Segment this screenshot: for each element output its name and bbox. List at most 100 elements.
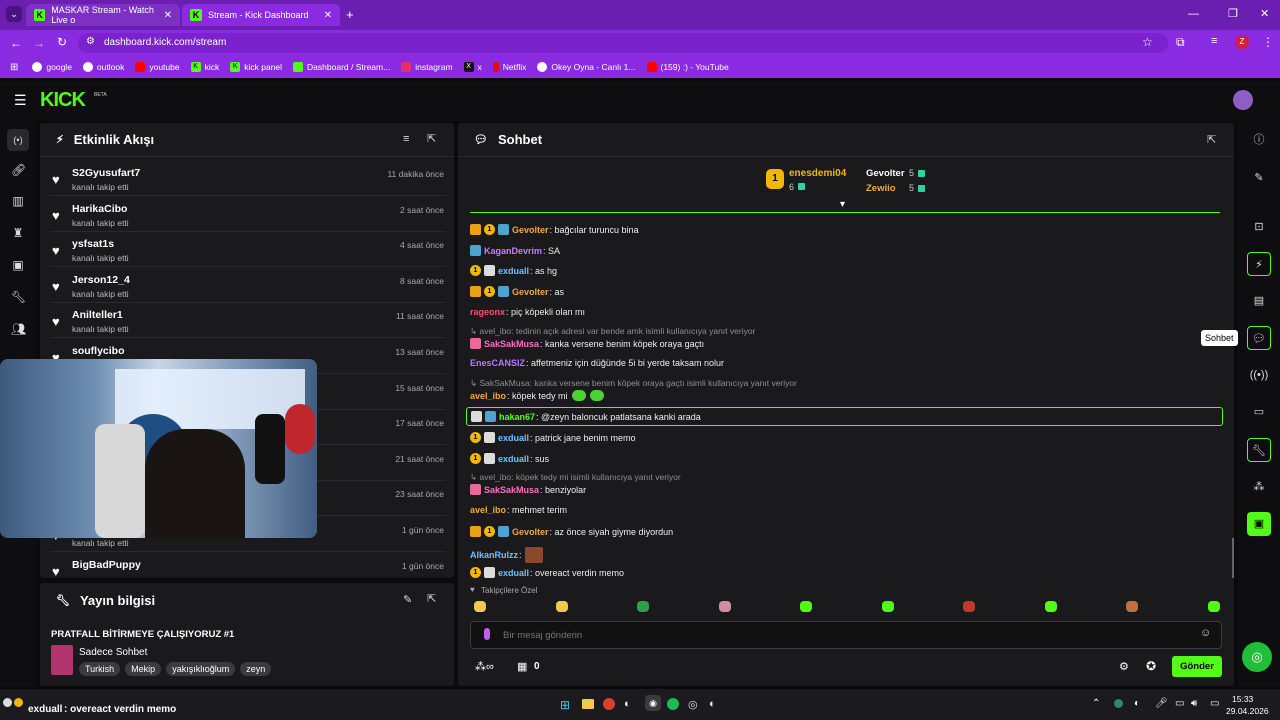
- chat-message[interactable]: 1 Gevolter: az önce siyah giyme diyordun: [470, 526, 673, 537]
- points-infinity-icon[interactable]: ⁂∞: [475, 660, 494, 673]
- volume-icon[interactable]: 🔊︎: [1191, 698, 1197, 709]
- video-icon[interactable]: ▣: [11, 258, 25, 272]
- shop-icon[interactable]: ▦: [517, 660, 527, 673]
- second-gifter-name[interactable]: Gevolter: [866, 168, 905, 179]
- follower-name[interactable]: Anilteller1: [72, 309, 123, 321]
- bookmark-dashboard[interactable]: Dashboard / Stream...: [293, 62, 390, 72]
- emote-icon[interactable]: [1044, 601, 1057, 612]
- menu-dots-icon[interactable]: ⋮: [1262, 35, 1274, 49]
- top-gifter-name[interactable]: enesdemi04: [789, 168, 846, 179]
- apps-icon[interactable]: ⊞: [10, 62, 18, 73]
- bookmark-youtube-159[interactable]: (159) :) - YouTube: [646, 62, 729, 72]
- back-icon[interactable]: ←: [10, 36, 22, 50]
- chat-username[interactable]: Gevolter: [512, 225, 549, 235]
- chat-message[interactable]: 1 Gevolter: bağcılar turuncu bina: [470, 224, 639, 235]
- chat-message[interactable]: rageonx: piç köpekli olan mı: [470, 307, 585, 317]
- kick-logo[interactable]: KICK: [40, 89, 86, 112]
- chat-username[interactable]: SakSakMusa: [484, 339, 539, 349]
- bookmark-outlook[interactable]: outlook: [82, 62, 124, 72]
- mod-tools-icon[interactable]: ✪: [1146, 659, 1156, 673]
- link-icon[interactable]: 🔗︎: [11, 163, 26, 177]
- edit-icon[interactable]: ✎: [403, 593, 412, 606]
- bookmark-youtube[interactable]: youtube: [135, 62, 180, 72]
- clock-date[interactable]: 29.04.2026: [1226, 706, 1269, 716]
- follower-name[interactable]: ysfsat1s: [72, 238, 114, 250]
- profile-avatar[interactable]: Z: [1235, 35, 1249, 49]
- bookmark-netflix[interactable]: Netflix: [492, 62, 526, 72]
- expand-leaderboard-icon[interactable]: ▾: [840, 199, 845, 210]
- chat-username[interactable]: exduall: [498, 266, 529, 276]
- chat-username[interactable]: AlkanRulzz: [470, 550, 518, 560]
- follower-name[interactable]: Jerson12_4: [72, 274, 130, 286]
- chat-message[interactable]: 1 exduall: sus: [470, 453, 549, 464]
- spotify-icon[interactable]: [667, 698, 679, 710]
- chat-input[interactable]: [503, 627, 1183, 643]
- emote-icon[interactable]: [963, 601, 975, 612]
- address-bar[interactable]: ⚙ dashboard.kick.com/stream ☆: [78, 33, 1168, 53]
- emote-icon[interactable]: [474, 601, 486, 612]
- bookmark-google[interactable]: google: [32, 62, 72, 72]
- tag[interactable]: Mekip: [125, 662, 162, 676]
- analytics-icon[interactable]: ▥: [11, 194, 25, 208]
- tray-steam-icon[interactable]: ◐: [1134, 698, 1140, 709]
- tray-app-icon[interactable]: [1114, 699, 1123, 708]
- chat-message[interactable]: avel_ibo: mehmet terim: [470, 505, 567, 515]
- follower-name[interactable]: souflycibo: [72, 345, 125, 357]
- tray-chevron-icon[interactable]: ⌃: [1092, 698, 1100, 709]
- screenshot-icon[interactable]: ⊡: [1247, 215, 1271, 239]
- bookmark-x[interactable]: Xx: [463, 62, 482, 72]
- category-name[interactable]: Sadece Sohbet: [79, 647, 147, 658]
- emote-icon[interactable]: [800, 601, 812, 612]
- emote-icon[interactable]: [881, 601, 894, 612]
- minimize-icon[interactable]: —: [1188, 8, 1199, 20]
- emoji-picker-icon[interactable]: ☺: [1200, 627, 1211, 639]
- chat-message[interactable]: SakSakMusa: benziyolar: [470, 484, 586, 495]
- chat-username[interactable]: exduall: [498, 433, 529, 443]
- chat-message[interactable]: avel_ibo: köpek tedy mi: [470, 390, 604, 401]
- info-icon[interactable]: ⓘ: [1247, 128, 1271, 152]
- emote-icon[interactable]: [718, 601, 731, 612]
- close-window-icon[interactable]: ✕: [1260, 7, 1269, 20]
- discord-icon[interactable]: ◉: [645, 695, 661, 711]
- follower-name[interactable]: BigBadPuppy: [72, 559, 141, 571]
- document-icon[interactable]: ▤: [1247, 289, 1271, 313]
- chat-message[interactable]: 1 Gevolter: as: [470, 286, 564, 297]
- popout-icon[interactable]: ⇱: [1207, 133, 1216, 146]
- chat-username[interactable]: avel_ibo: [470, 391, 506, 401]
- chrome-icon[interactable]: [603, 698, 615, 710]
- plugin-icon[interactable]: ▣: [1247, 512, 1271, 536]
- emote-icon[interactable]: [555, 601, 568, 612]
- users-icon[interactable]: ⁂: [1247, 475, 1271, 499]
- steam-icon[interactable]: ◐: [709, 698, 716, 710]
- chat-username[interactable]: avel_ibo: [470, 505, 506, 515]
- steam-icon[interactable]: ◐: [624, 698, 631, 710]
- chat-username[interactable]: rageonx: [470, 307, 505, 317]
- activity-item[interactable]: ♥ S2Gyusufart7 kanalı takip etti 11 dakika …: [50, 161, 446, 196]
- send-button[interactable]: Gönder: [1172, 656, 1222, 677]
- emote-icon[interactable]: [1126, 601, 1138, 612]
- chat-settings-icon[interactable]: ⚙: [1119, 660, 1129, 673]
- pencil-icon[interactable]: ✎: [1247, 166, 1271, 190]
- network-icon[interactable]: ▭: [1175, 698, 1184, 709]
- popout-icon[interactable]: ⇱: [427, 592, 436, 605]
- tab-search-button[interactable]: ⌄: [6, 6, 22, 22]
- emote-icon[interactable]: [1207, 601, 1220, 612]
- activity-item[interactable]: ♥ Anilteller1 kanalı takip etti 11 saat önc…: [50, 303, 446, 339]
- chat-message[interactable]: hakan67: @zeyn baloncuk patlatsana kanki…: [466, 407, 1223, 426]
- windows-start-icon[interactable]: ⊞: [560, 698, 570, 712]
- hamburger-menu-icon[interactable]: ☰: [14, 92, 27, 109]
- chat-message[interactable]: EnesCANSIZ: affetmeniz için düğünde 5i b…: [470, 358, 724, 368]
- bookmark-kick-panel[interactable]: Kkick panel: [230, 62, 282, 72]
- activity-item[interactable]: ♥ ysfsat1s kanalı takip etti 4 saat önce: [50, 232, 446, 268]
- follower-name[interactable]: HarikaCibo: [72, 203, 127, 215]
- chat-message[interactable]: 1 exduall: patrick jane benim memo: [470, 432, 636, 443]
- clock-time[interactable]: 15:33: [1232, 694, 1253, 704]
- battery-icon[interactable]: ▭: [1210, 698, 1219, 709]
- chat-message[interactable]: SakSakMusa: kanka versene benim köpek or…: [470, 338, 704, 349]
- bookmark-star-icon[interactable]: ☆: [1142, 35, 1153, 49]
- chat-input-box[interactable]: ☺: [470, 621, 1222, 649]
- emote-icon[interactable]: [637, 601, 649, 612]
- chat-username[interactable]: exduall: [498, 454, 529, 464]
- third-gifter-name[interactable]: Zewiio: [866, 183, 896, 194]
- chat-username[interactable]: Gevolter: [512, 287, 549, 297]
